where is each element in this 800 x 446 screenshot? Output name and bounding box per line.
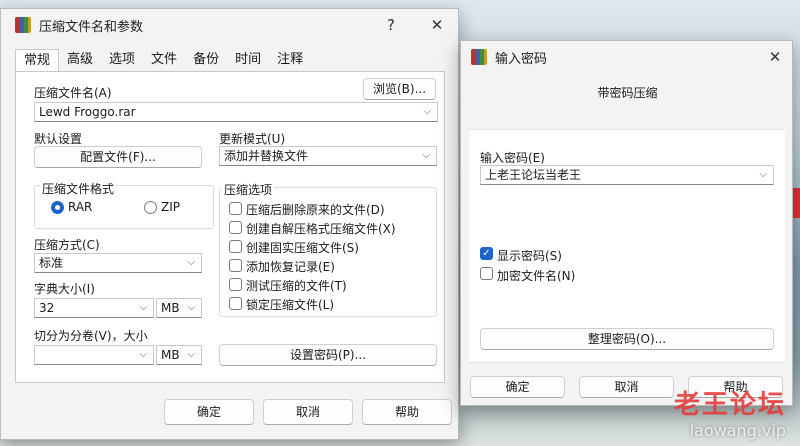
password-cancel-button[interactable]: 取消 — [579, 376, 674, 398]
option-checkbox-sfx[interactable] — [229, 221, 242, 234]
winrar-icon — [15, 17, 31, 33]
chevron-down-icon: ⌵ — [139, 349, 147, 360]
format-rar-label: RAR — [68, 200, 93, 214]
dict-unit-select[interactable]: MB ⌵ — [156, 298, 202, 318]
option-checkbox-delete[interactable] — [229, 202, 242, 215]
watermark-title: 老王论坛 — [673, 390, 786, 420]
archive-dialog: 压缩文件名和参数 ? ✕ 常规 高级 选项 文件 备份 时间 注释 压缩文件名(… — [0, 8, 459, 440]
browse-button[interactable]: 浏览(B)... — [363, 78, 436, 100]
set-password-label: 设置密码(P)... — [289, 348, 367, 362]
password-dialog-title: 输入密码 — [495, 51, 548, 67]
close-icon[interactable]: ✕ — [755, 41, 795, 73]
chevron-down-icon: ⌵ — [139, 302, 147, 313]
chevron-down-icon: ⌵ — [187, 257, 195, 268]
option-label-recovery: 添加恢复记录(E) — [246, 260, 335, 274]
format-zip-radio[interactable] — [144, 201, 157, 214]
chevron-down-icon: ⌵ — [423, 106, 431, 117]
tab-general[interactable]: 常规 — [15, 49, 60, 73]
tab-comment[interactable]: 注释 — [269, 49, 312, 72]
encrypt-names-checkbox[interactable] — [480, 267, 493, 280]
help-button[interactable]: 帮助 — [362, 399, 452, 425]
dict-unit-value: MB — [161, 301, 180, 315]
options-group-label: 压缩选项 — [222, 181, 275, 198]
dict-label: 字典大小(I) — [34, 282, 95, 296]
chevron-down-icon: ⌵ — [187, 349, 195, 360]
password-ok-label: 确定 — [505, 380, 530, 394]
archive-dialog-title: 压缩文件名和参数 — [39, 19, 144, 35]
profiles-label: 配置文件(F)... — [80, 150, 156, 164]
encrypt-names-label: 加密文件名(N) — [497, 269, 576, 283]
split-unit-select[interactable]: MB ⌵ — [156, 345, 202, 365]
format-zip-label: ZIP — [161, 200, 180, 214]
option-label-test: 测试压缩的文件(T) — [246, 279, 347, 293]
option-label-solid: 创建固实压缩文件(S) — [246, 241, 359, 255]
method-value: 标准 — [39, 256, 64, 270]
watermark-url: laowang.vip — [689, 421, 786, 440]
tab-files[interactable]: 文件 — [143, 49, 186, 72]
format-rar-radio[interactable] — [51, 201, 64, 214]
cancel-button[interactable]: 取消 — [263, 399, 353, 425]
option-checkbox-recovery[interactable] — [229, 259, 242, 272]
tab-options[interactable]: 选项 — [101, 49, 144, 72]
password-ok-button[interactable]: 确定 — [470, 376, 565, 398]
site-watermark: 老王论坛 laowang.vip — [674, 384, 786, 440]
show-password-label: 显示密码(S) — [497, 249, 562, 263]
method-select[interactable]: 标准 ⌵ — [34, 253, 202, 273]
archive-name-label: 压缩文件名(A) — [34, 86, 112, 100]
ok-label: 确定 — [196, 405, 221, 419]
help-label: 帮助 — [394, 405, 419, 419]
winrar-icon — [471, 49, 487, 65]
update-mode-label: 更新模式(U) — [219, 132, 286, 146]
dict-size-select[interactable]: 32 ⌵ — [34, 298, 154, 318]
close-icon[interactable]: ✕ — [417, 9, 457, 41]
profiles-button[interactable]: 配置文件(F)... — [34, 146, 202, 168]
chevron-down-icon: ⌵ — [759, 169, 767, 180]
set-password-button[interactable]: 设置密码(P)... — [219, 344, 437, 366]
chevron-down-icon: ⌵ — [187, 302, 195, 313]
update-mode-select[interactable]: 添加并替换文件 ⌵ — [219, 146, 437, 166]
tab-time[interactable]: 时间 — [227, 49, 270, 72]
chevron-down-icon: ⌵ — [422, 150, 430, 161]
show-password-checkbox[interactable]: ✓ — [480, 247, 493, 260]
password-dialog: 输入密码 ✕ 带密码压缩 输入密码(E) 上老王论坛当老王 ⌵ ✓ 显示密码(S… — [460, 40, 793, 406]
method-label: 压缩方式(C) — [34, 238, 100, 252]
option-label-lock: 锁定压缩文件(L) — [246, 298, 335, 312]
tab-advanced[interactable]: 高级 — [59, 49, 102, 72]
archive-titlebar: 压缩文件名和参数 ? ✕ — [1, 9, 458, 41]
dict-size-value: 32 — [39, 301, 55, 315]
password-input[interactable]: 上老王论坛当老王 ⌵ — [480, 165, 774, 185]
format-group-label: 压缩文件格式 — [40, 180, 117, 197]
option-checkbox-lock[interactable] — [229, 297, 242, 310]
default-settings-label: 默认设置 — [34, 132, 83, 146]
archive-name-input[interactable]: Lewd Froggo.rar ⌵ — [34, 102, 438, 122]
split-unit-value: MB — [161, 348, 180, 362]
help-icon[interactable]: ? — [371, 9, 411, 41]
option-label-sfx: 创建自解压格式压缩文件(X) — [246, 222, 396, 236]
tab-bar: 常规 高级 选项 文件 备份 时间 注释 — [15, 49, 312, 73]
split-label: 切分为分卷(V)，大小 — [34, 329, 148, 343]
update-mode-value: 添加并替换文件 — [224, 149, 309, 163]
browse-label: 浏览(B)... — [372, 82, 427, 96]
option-label-delete: 压缩后删除原来的文件(D) — [246, 203, 385, 217]
archive-name-value: Lewd Froggo.rar — [39, 105, 136, 119]
password-heading: 带密码压缩 — [597, 86, 658, 100]
enter-password-label: 输入密码(E) — [480, 151, 545, 165]
split-size-select[interactable]: ⌵ — [34, 345, 154, 365]
tab-backup[interactable]: 备份 — [185, 49, 228, 72]
password-cancel-label: 取消 — [614, 380, 639, 394]
ok-button[interactable]: 确定 — [164, 399, 254, 425]
password-titlebar: 输入密码 ✕ — [461, 41, 792, 73]
password-value: 上老王论坛当老王 — [485, 168, 582, 182]
organize-label: 整理密码(O)... — [587, 332, 667, 346]
option-checkbox-test[interactable] — [229, 278, 242, 291]
option-checkbox-solid[interactable] — [229, 240, 242, 253]
organize-passwords-button[interactable]: 整理密码(O)... — [480, 328, 774, 350]
general-panel: 压缩文件名(A) 浏览(B)... Lewd Froggo.rar ⌵ 默认设置… — [15, 71, 445, 383]
cancel-label: 取消 — [295, 405, 320, 419]
